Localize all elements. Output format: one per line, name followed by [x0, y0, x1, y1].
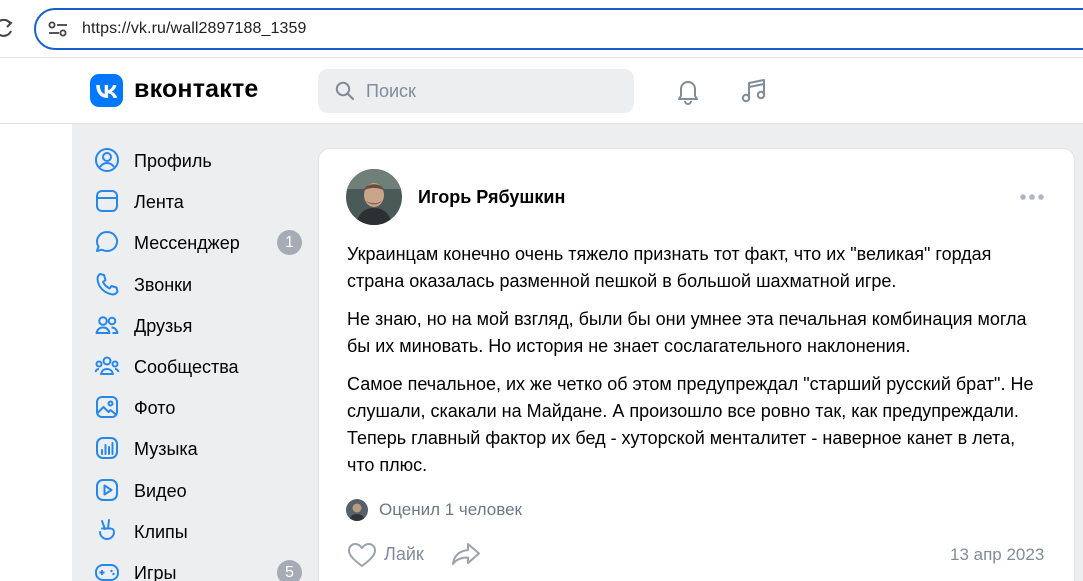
post-date[interactable]: 13 апр 2023	[950, 545, 1044, 565]
wall-post: Игорь Рябушкин Украинцам конечно очень т…	[318, 148, 1075, 581]
sidebar-item-photos[interactable]: Фото	[92, 387, 304, 428]
post-text: Украинцам конечно очень тяжело признать …	[347, 241, 1047, 490]
sidebar-item-label: Музыка	[134, 439, 198, 460]
sidebar-item-friends[interactable]: Друзья	[92, 305, 304, 346]
unread-count-badge: 1	[277, 230, 302, 256]
sidebar-item-label: Фото	[134, 398, 176, 419]
sidebar-item-label: Профиль	[134, 151, 212, 171]
vk-logo-icon	[96, 85, 118, 98]
left-panel-edge	[0, 124, 72, 581]
games-count-badge: 5	[277, 559, 302, 581]
liker-avatar	[346, 499, 368, 521]
friends-icon	[95, 315, 119, 334]
url-text[interactable]: https://vk.ru/wall2897188_1359	[82, 20, 306, 38]
communities-icon	[94, 356, 120, 375]
video-icon	[96, 478, 118, 501]
vk-logo[interactable]	[90, 74, 123, 107]
music-icon[interactable]	[737, 75, 769, 107]
sidebar-item-calls[interactable]: Звонки	[92, 264, 304, 305]
search-icon	[335, 81, 355, 101]
sidebar-item-label: Друзья	[134, 315, 193, 336]
like-button[interactable]: Лайк	[347, 539, 437, 569]
sidebar-nav: Профиль Лента Мессенджер 1 Звонки Друзья	[92, 140, 304, 581]
sidebar-item-label: Игры	[134, 562, 177, 581]
sidebar-item-clips[interactable]: Клипы	[92, 511, 304, 552]
share-icon[interactable]	[450, 541, 482, 567]
like-label: Лайк	[384, 544, 424, 564]
post-paragraph: Украинцам конечно очень тяжело признать …	[347, 244, 992, 291]
profile-icon	[95, 148, 119, 172]
sidebar-item-feed[interactable]: Лента	[92, 181, 304, 222]
author-avatar[interactable]	[346, 169, 402, 225]
sidebar-item-label: Звонки	[134, 274, 193, 295]
sidebar-item-games[interactable]: Игры 5	[92, 552, 304, 581]
reload-icon[interactable]	[0, 17, 14, 39]
author-name[interactable]: Игорь Рябушкин	[418, 187, 565, 208]
sidebar-item-profile[interactable]: Профиль	[92, 140, 304, 181]
sidebar-item-label: Клипы	[134, 521, 188, 542]
sidebar-item-communities[interactable]: Сообщества	[92, 346, 304, 387]
liked-by-text: Оценил 1 человек	[379, 500, 522, 519]
clips-icon	[99, 518, 116, 540]
browser-toolbar: https://vk.ru/wall2897188_1359	[0, 0, 1083, 58]
music-icon	[96, 437, 118, 460]
sidebar-item-label: Мессенджер	[134, 233, 240, 254]
author-photo	[346, 169, 402, 225]
photo-icon	[96, 396, 118, 419]
vk-header: вконтакте	[0, 58, 1083, 124]
sidebar-item-label: Видео	[134, 480, 187, 501]
search-box[interactable]	[318, 69, 634, 113]
sidebar-item-music[interactable]: Музыка	[92, 428, 304, 469]
site-settings-icon[interactable]	[48, 21, 68, 37]
liker-photo	[346, 499, 368, 521]
brand-name[interactable]: вконтакте	[134, 75, 259, 104]
notifications-bell-icon[interactable]	[672, 75, 704, 107]
sidebar-item-label: Лента	[134, 192, 184, 213]
sidebar-item-label: Сообщества	[134, 356, 239, 377]
heart-icon	[348, 543, 376, 567]
post-paragraph: Не знаю, но на мой взгляд, были бы они у…	[347, 309, 1027, 356]
more-options-icon[interactable]	[1019, 193, 1045, 201]
feed-icon	[96, 190, 118, 213]
search-input[interactable]	[366, 69, 626, 113]
sidebar-item-messenger[interactable]: Мессенджер 1	[92, 222, 304, 263]
games-icon	[95, 563, 119, 581]
address-bar[interactable]: https://vk.ru/wall2897188_1359	[34, 8, 1083, 50]
sidebar-item-video[interactable]: Видео	[92, 470, 304, 511]
phone-icon	[96, 272, 119, 296]
messenger-icon	[96, 231, 119, 253]
post-paragraph: Самое печальное, их же четко об этом пре…	[347, 374, 1034, 475]
